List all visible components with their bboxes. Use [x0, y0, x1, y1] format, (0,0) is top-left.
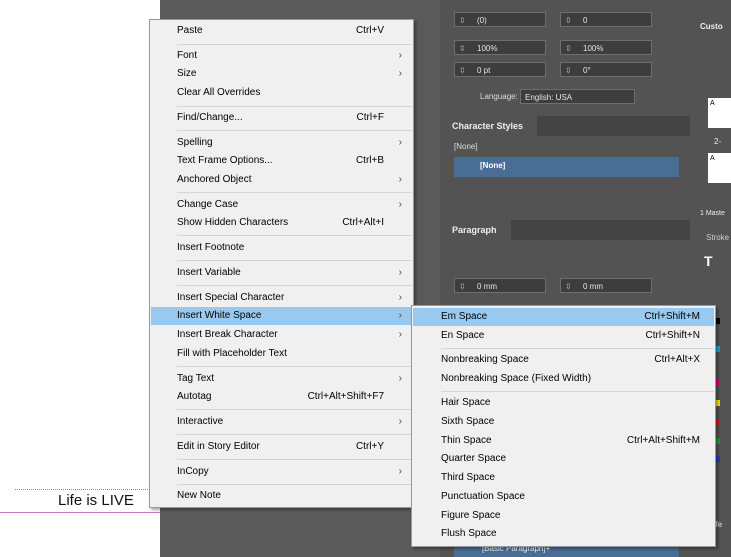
chevron-right-icon: ›	[398, 68, 402, 79]
right-indent-icon: ⇳	[565, 282, 572, 291]
menu-item-edit-story-editor[interactable]: Edit in Story Editor Ctrl+Y	[151, 438, 412, 456]
tracking-icon: ⇳	[565, 16, 572, 25]
text-fill-icon[interactable]: T	[704, 253, 713, 269]
menu-separator	[177, 459, 412, 460]
menu-item-text-frame-options[interactable]: Text Frame Options... Ctrl+B	[151, 152, 412, 170]
tracking-field[interactable]: ⇳ 0	[560, 12, 652, 27]
chevron-right-icon: ›	[398, 416, 402, 427]
stroke-tab[interactable]: Stroke	[706, 233, 729, 242]
chevron-right-icon: ›	[398, 373, 402, 384]
white-space-submenu: Em Space Ctrl+Shift+M En Space Ctrl+Shift+…	[411, 305, 716, 547]
menu-separator	[177, 192, 412, 193]
menu-item-tag-text[interactable]: Tag Text ›	[151, 370, 412, 388]
submenu-item-hair-space[interactable]: Hair Space	[413, 394, 714, 412]
chevron-right-icon: ›	[398, 466, 402, 477]
menu-item-interactive[interactable]: Interactive ›	[151, 413, 412, 431]
submenu-item-punctuation-space[interactable]: Punctuation Space	[413, 488, 714, 506]
menu-separator	[177, 44, 412, 45]
menu-item-find-change[interactable]: Find/Change... Ctrl+F	[151, 109, 412, 127]
document-text[interactable]: Life is LIVE	[58, 492, 134, 509]
menu-item-anchored-object[interactable]: Anchored Object ›	[151, 171, 412, 189]
menu-separator	[177, 434, 412, 435]
menu-separator	[441, 391, 714, 392]
menu-item-paste[interactable]: Paste Ctrl+V	[151, 22, 412, 40]
menu-item-size[interactable]: Size ›	[151, 65, 412, 83]
current-char-style: [None]	[454, 142, 478, 151]
submenu-item-nonbreaking-fixed[interactable]: Nonbreaking Space (Fixed Width)	[413, 370, 714, 388]
menu-item-insert-variable[interactable]: Insert Variable ›	[151, 264, 412, 282]
menu-item-insert-special-character[interactable]: Insert Special Character ›	[151, 289, 412, 307]
vertical-scale-icon: ⇳	[459, 44, 466, 53]
menu-separator	[177, 260, 412, 261]
menu-item-show-hidden-characters[interactable]: Show Hidden Characters Ctrl+Alt+I	[151, 214, 412, 232]
submenu-item-sixth-space[interactable]: Sixth Space	[413, 413, 714, 431]
context-menu: Paste Ctrl+V Font › Size › Clear All Overri…	[149, 19, 414, 508]
menu-item-incopy[interactable]: InCopy ›	[151, 463, 412, 481]
menu-separator	[177, 285, 412, 286]
menu-item-fill-placeholder[interactable]: Fill with Placeholder Text	[151, 345, 412, 363]
submenu-item-flush-space[interactable]: Flush Space	[413, 525, 714, 543]
baseline-shift-field[interactable]: ⇳ 0 pt	[454, 62, 546, 77]
submenu-item-figure-space[interactable]: Figure Space	[413, 507, 714, 525]
kerning-icon: ⇳	[459, 16, 466, 25]
paragraph-header: Paragraph	[440, 220, 690, 240]
tab-character-styles[interactable]: Character Styles	[440, 116, 538, 136]
horizontal-scale-icon: ⇳	[565, 44, 572, 53]
chevron-right-icon: ›	[398, 174, 402, 185]
menu-item-spelling[interactable]: Spelling ›	[151, 134, 412, 152]
menu-item-autotag[interactable]: Autotag Ctrl+Alt+Shift+F7	[151, 388, 412, 406]
baseline-shift-icon: ⇳	[459, 66, 466, 75]
menu-separator	[177, 484, 412, 485]
skew-icon: ⇳	[565, 66, 572, 75]
chevron-right-icon: ›	[398, 199, 402, 210]
submenu-item-em-space[interactable]: Em Space Ctrl+Shift+M	[413, 308, 714, 326]
page-master-letter-2: A	[710, 155, 715, 162]
chevron-right-icon: ›	[398, 267, 402, 278]
menu-item-insert-white-space[interactable]: Insert White Space ›	[151, 307, 412, 325]
left-indent-field[interactable]: ⇳ 0 mm	[454, 278, 546, 293]
submenu-item-thin-space[interactable]: Thin Space Ctrl+Alt+Shift+M	[413, 432, 714, 450]
menu-separator	[441, 348, 714, 349]
menu-item-change-case[interactable]: Change Case ›	[151, 196, 412, 214]
submenu-item-third-space[interactable]: Third Space	[413, 469, 714, 487]
menu-separator	[177, 409, 412, 410]
skew-field[interactable]: ⇳ 0°	[560, 62, 652, 77]
chevron-right-icon: ›	[398, 310, 402, 321]
vertical-scale-field[interactable]: ⇳ 100%	[454, 40, 546, 55]
submenu-item-nonbreaking-space[interactable]: Nonbreaking Space Ctrl+Alt+X	[413, 351, 714, 369]
horizontal-scale-field[interactable]: ⇳ 100%	[560, 40, 652, 55]
baseline-guide	[0, 512, 160, 513]
language-select[interactable]: English: USA	[520, 89, 635, 104]
menu-separator	[177, 366, 412, 367]
language-label: Language:	[480, 92, 518, 101]
menu-separator	[177, 235, 412, 236]
submenu-item-quarter-space[interactable]: Quarter Space	[413, 450, 714, 468]
tab-paragraph[interactable]: Paragraph	[440, 220, 511, 240]
chevron-right-icon: ›	[398, 50, 402, 61]
menu-item-new-note[interactable]: New Note	[151, 487, 412, 505]
menu-item-insert-footnote[interactable]: Insert Footnote	[151, 239, 412, 257]
chevron-right-icon: ›	[398, 329, 402, 340]
menu-separator	[177, 106, 412, 107]
menu-separator	[177, 130, 412, 131]
menu-item-font[interactable]: Font ›	[151, 47, 412, 65]
page-number: 2-	[714, 137, 722, 146]
page-master-letter: A	[710, 100, 715, 107]
character-styles-header: Character Styles	[440, 116, 690, 136]
char-style-none: [None]	[480, 161, 506, 170]
text-frame-guide	[15, 489, 160, 490]
master-label: 1 Maste	[700, 210, 725, 217]
custom-label: Custo	[700, 22, 723, 31]
menu-item-insert-break-character[interactable]: Insert Break Character ›	[151, 326, 412, 344]
submenu-item-en-space[interactable]: En Space Ctrl+Shift+N	[413, 327, 714, 345]
chevron-right-icon: ›	[398, 137, 402, 148]
left-indent-icon: ⇳	[459, 282, 466, 291]
menu-item-clear-overrides[interactable]: Clear All Overrides	[151, 84, 412, 102]
chevron-right-icon: ›	[398, 292, 402, 303]
kerning-field[interactable]: ⇳ (0)	[454, 12, 546, 27]
right-indent-field[interactable]: ⇳ 0 mm	[560, 278, 652, 293]
